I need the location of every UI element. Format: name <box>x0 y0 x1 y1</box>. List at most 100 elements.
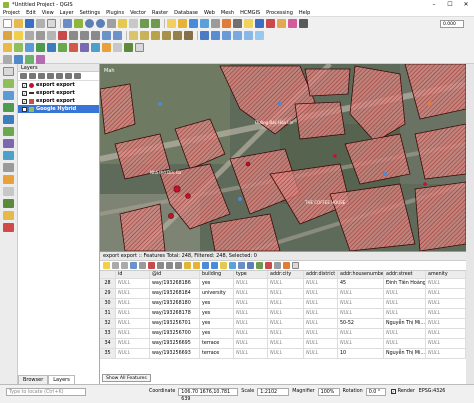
show-all-features-button[interactable]: Show All Features <box>102 374 151 382</box>
pin-label-icon[interactable] <box>140 30 149 40</box>
move-label-icon[interactable] <box>162 30 171 40</box>
menu-edit[interactable]: Edit <box>26 10 36 16</box>
cell-addr-housenumber[interactable]: NULL <box>338 329 384 338</box>
actions-icon[interactable] <box>292 262 299 269</box>
cell-amenity[interactable]: NULL <box>426 319 466 328</box>
processing-toolbox-icon[interactable] <box>3 54 12 64</box>
map-tips-icon[interactable] <box>255 18 264 28</box>
simplify-icon[interactable] <box>233 30 242 40</box>
column-header[interactable]: @id <box>150 271 200 278</box>
layer-visibility-checkbox[interactable]: ✓ <box>22 98 27 104</box>
cell-osm-id[interactable]: way/193268178 <box>150 309 200 318</box>
cell-type[interactable]: NULL <box>234 309 268 318</box>
menu-raster[interactable]: Raster <box>152 10 168 16</box>
add-raster-icon[interactable] <box>3 79 14 88</box>
satellite-map[interactable]: Mah Đường Bác Hòa Lợi Nhà thờ Đức Bà THE… <box>100 64 466 251</box>
new-field-icon[interactable] <box>256 262 263 269</box>
add-raster-layer-icon[interactable] <box>14 42 23 52</box>
cell-amenity[interactable]: NULL <box>426 309 466 318</box>
filter-select-icon[interactable] <box>220 262 227 269</box>
print-layout-icon[interactable] <box>47 18 56 28</box>
cell-addr-housenumber[interactable]: NULL <box>338 289 384 298</box>
cell-building[interactable]: yes <box>200 319 234 328</box>
digitize-shape-icon[interactable] <box>200 30 209 40</box>
cell-amenity[interactable]: NULL <box>426 279 466 288</box>
cell-addr-city[interactable]: NULL <box>268 329 304 338</box>
add-feature-icon[interactable] <box>36 30 45 40</box>
scale-field[interactable]: 1:2102 <box>257 387 290 396</box>
new-virtual-layer-icon[interactable] <box>135 42 144 52</box>
add-layer-icon[interactable] <box>3 67 14 76</box>
cell-id[interactable]: NULL <box>116 309 150 318</box>
zoom-out-icon[interactable] <box>96 18 105 28</box>
paste-icon[interactable] <box>175 262 182 269</box>
cell-type[interactable]: NULL <box>234 349 268 358</box>
advanced-digitize-icon[interactable] <box>211 30 220 40</box>
add-arcgis-icon[interactable] <box>3 163 14 172</box>
menu-web[interactable]: Web <box>204 10 215 16</box>
cell-id[interactable]: NULL <box>116 339 150 348</box>
cell-type[interactable]: NULL <box>234 329 268 338</box>
cell-addr-housenumber[interactable]: NULL <box>338 309 384 318</box>
pan-to-selection-icon[interactable] <box>74 18 83 28</box>
cell-building[interactable]: terrace <box>200 349 234 358</box>
delete-feature-icon[interactable] <box>148 262 155 269</box>
map-point-marker[interactable] <box>168 213 174 219</box>
toggle-editing-icon[interactable] <box>103 262 110 269</box>
python-console-icon[interactable] <box>299 18 308 28</box>
render-checkbox[interactable]: ✓ <box>390 389 396 394</box>
add-point-cloud-icon[interactable] <box>3 223 14 232</box>
remove-layer-icon[interactable] <box>74 73 81 79</box>
coordinate-field[interactable]: 106.70 1676,10.781 639 <box>178 387 239 402</box>
cell-addr-district[interactable]: NULL <box>304 299 338 308</box>
identify-icon[interactable] <box>167 18 176 28</box>
redo-icon[interactable] <box>113 30 122 40</box>
close-button[interactable]: ✕ <box>458 0 474 9</box>
menu-vector[interactable]: Vector <box>130 10 146 16</box>
cell-addr-housenumber[interactable]: 10 <box>338 349 384 358</box>
cell-building[interactable]: terrace <box>200 339 234 348</box>
invert-selection-icon[interactable] <box>202 262 209 269</box>
map-point-marker[interactable] <box>423 182 427 186</box>
delete-selected-icon[interactable] <box>58 30 67 40</box>
cut-features-icon[interactable] <box>69 30 78 40</box>
row-number[interactable]: 31 <box>100 309 116 318</box>
add-group-icon[interactable] <box>29 73 36 79</box>
add-mesh-layer-icon[interactable] <box>25 42 34 52</box>
copy-icon[interactable] <box>166 262 173 269</box>
cell-type[interactable]: NULL <box>234 289 268 298</box>
delete-field-icon[interactable] <box>265 262 272 269</box>
layer-item[interactable]: ✓ export export <box>18 97 99 105</box>
add-wms-layer-icon[interactable] <box>3 91 14 100</box>
cell-addr-street[interactable]: Nguyễn Thị Mi... <box>384 349 426 358</box>
pan-icon[interactable] <box>63 18 72 28</box>
table-row[interactable]: 33 NULL way/193256700 yes NULL NULL NULL NULL NU… <box>100 329 466 339</box>
cell-addr-city[interactable]: NULL <box>268 319 304 328</box>
menu-plugins[interactable]: Plugins <box>106 10 124 16</box>
row-number[interactable]: 32 <box>100 319 116 328</box>
add-csv-icon[interactable] <box>3 103 14 112</box>
table-row[interactable]: 31 NULL way/193268178 yes NULL NULL NULL NULL NU… <box>100 309 466 319</box>
toggle-editing-icon[interactable] <box>14 30 23 40</box>
change-label-icon[interactable] <box>184 30 193 40</box>
column-header[interactable]: id <box>116 271 150 278</box>
add-spatialite-icon[interactable] <box>58 42 67 52</box>
new-temporary-layer-icon[interactable] <box>113 42 122 52</box>
layer-visibility-checkbox[interactable]: ✓ <box>22 82 27 88</box>
cell-addr-city[interactable]: NULL <box>268 289 304 298</box>
menu-settings[interactable]: Settings <box>80 10 101 16</box>
table-row[interactable]: 34 NULL way/193256695 terrace NULL NULL NULL NU… <box>100 339 466 349</box>
add-feature-icon[interactable] <box>139 262 146 269</box>
table-row[interactable]: 30 NULL way/193268180 yes NULL NULL NULL NULL NU… <box>100 299 466 309</box>
new-project-icon[interactable] <box>3 18 12 28</box>
new-geopackage-icon[interactable] <box>124 42 133 52</box>
save-project-icon[interactable] <box>25 18 34 28</box>
cell-osm-id[interactable]: way/193268184 <box>150 289 200 298</box>
minimize-button[interactable]: – <box>426 0 442 9</box>
cell-amenity[interactable]: NULL <box>426 349 466 358</box>
pan-to-selected-icon[interactable] <box>238 262 245 269</box>
menu-mesh[interactable]: Mesh <box>221 10 234 16</box>
field-calculator-icon[interactable] <box>274 262 281 269</box>
vertex-tool-icon[interactable] <box>47 30 56 40</box>
menu-processing[interactable]: Processing <box>266 10 293 16</box>
